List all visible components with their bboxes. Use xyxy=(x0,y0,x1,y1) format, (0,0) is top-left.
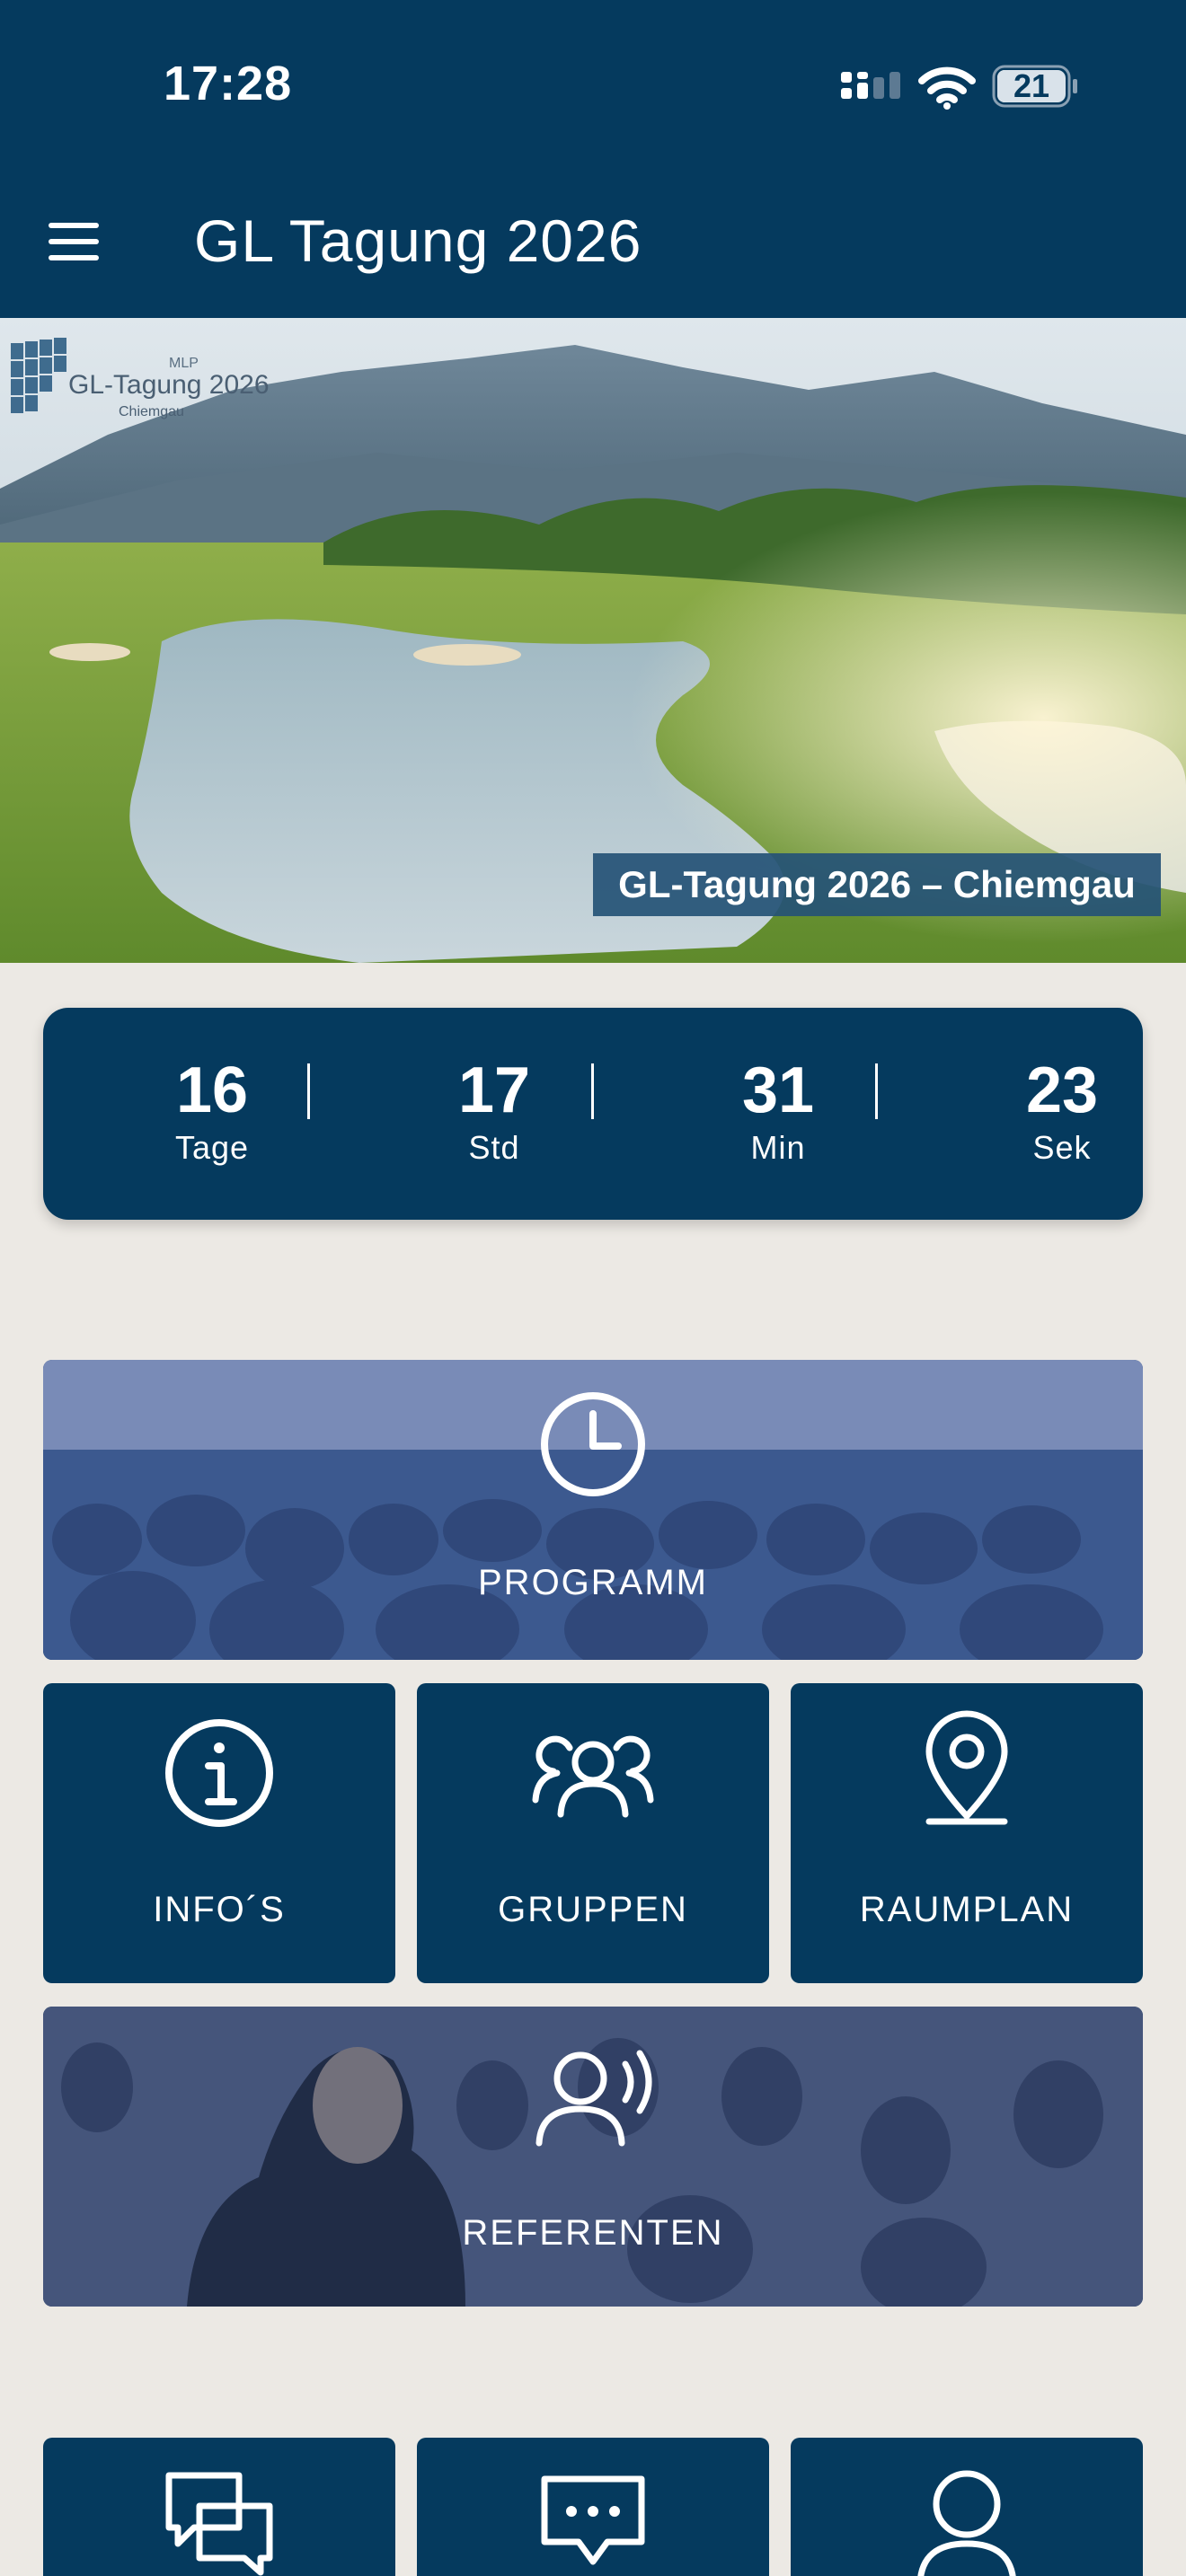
countdown-minutes-label: Min xyxy=(750,1129,806,1166)
countdown-seconds: 23 Sek xyxy=(965,1054,1159,1169)
status-icons: 21 xyxy=(841,63,1084,113)
chat-tile[interactable] xyxy=(43,2438,395,2576)
message-dots-icon xyxy=(541,2475,645,2565)
countdown-hours: 17 Std xyxy=(397,1054,591,1169)
referenten-tile[interactable]: REFERENTEN xyxy=(43,2007,1143,2307)
status-time: 17:28 xyxy=(164,57,293,110)
countdown-days: 16 Tage xyxy=(115,1054,309,1169)
countdown-hours-value: 17 xyxy=(457,1054,531,1126)
location-pin-icon xyxy=(925,1710,1008,1825)
countdown-divider xyxy=(591,1063,594,1119)
info-icon xyxy=(165,1719,273,1827)
countdown-hours-label: Std xyxy=(468,1129,520,1166)
app-title: GL Tagung 2026 xyxy=(194,207,642,274)
group-icon xyxy=(532,1735,654,1818)
referenten-label: REFERENTEN xyxy=(462,2213,724,2253)
gruppen-label: GRUPPEN xyxy=(498,1890,688,1929)
infos-label: INFO´S xyxy=(153,1890,286,1929)
countdown-timer: 16 Tage 17 Std 31 Min 23 Sek xyxy=(43,1008,1143,1220)
infos-tile[interactable]: INFO´S xyxy=(43,1683,395,1983)
countdown-days-label: Tage xyxy=(174,1129,250,1166)
raumplan-label: RAUMPLAN xyxy=(859,1890,1075,1929)
battery-level: 21 xyxy=(1013,67,1050,104)
programm-label: PROGRAMM xyxy=(478,1563,708,1602)
raumplan-tile[interactable]: RAUMPLAN xyxy=(791,1683,1143,1983)
event-logo: MLP GL-Tagung 2026 Chiemgau xyxy=(7,331,277,429)
countdown-divider xyxy=(307,1063,310,1119)
logo-title: GL-Tagung 2026 xyxy=(68,370,270,400)
menu-icon[interactable] xyxy=(43,216,108,269)
countdown-seconds-label: Sek xyxy=(1032,1129,1092,1166)
profile-tile[interactable] xyxy=(791,2438,1143,2576)
countdown-minutes-value: 31 xyxy=(741,1054,815,1126)
person-icon xyxy=(917,2470,1016,2576)
hero-banner: MLP GL-Tagung 2026 Chiemgau GL-Tagung 20… xyxy=(0,318,1186,963)
hero-caption: GL-Tagung 2026 – Chiemgau xyxy=(593,853,1161,916)
speaker-icon xyxy=(535,2050,652,2147)
wifi-icon xyxy=(918,66,976,110)
clock-icon xyxy=(541,1392,645,1496)
countdown-days-value: 16 xyxy=(175,1054,249,1126)
countdown-seconds-value: 23 xyxy=(1025,1054,1099,1126)
gruppen-tile[interactable]: GRUPPEN xyxy=(417,1683,769,1983)
logo-subtitle: Chiemgau xyxy=(119,404,184,419)
programm-tile[interactable]: PROGRAMM xyxy=(43,1360,1143,1660)
countdown-minutes: 31 Min xyxy=(681,1054,875,1169)
signal-icon xyxy=(841,72,900,99)
countdown-divider xyxy=(875,1063,878,1119)
app-header: 17:28 21 GL Tagung 2026 xyxy=(0,0,1186,318)
chat-bubbles-icon xyxy=(165,2472,273,2576)
message-tile[interactable] xyxy=(417,2438,769,2576)
